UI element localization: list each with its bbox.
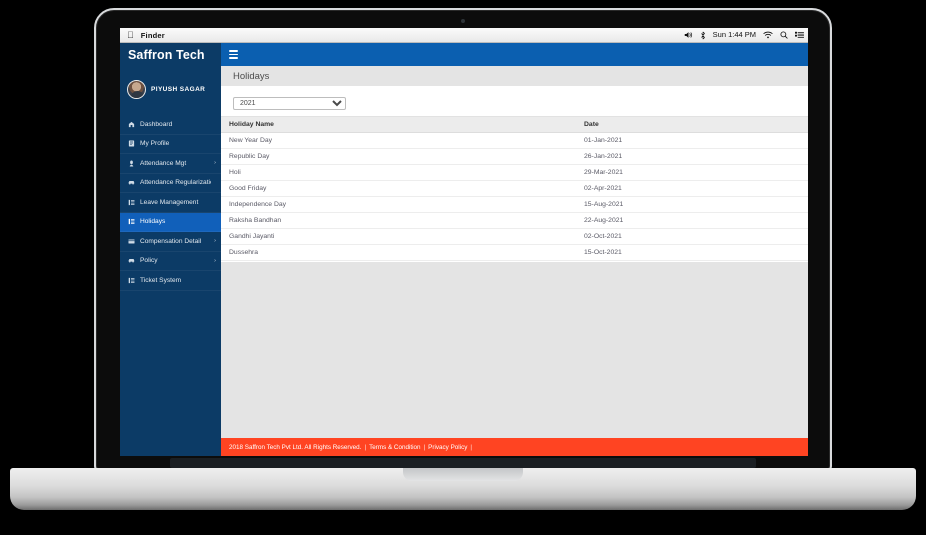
cell-holiday-name: Dussehra [221,244,576,261]
car-icon [128,257,135,264]
table-header-row: Holiday Name Date [221,116,808,133]
laptop-notch [403,468,523,481]
search-icon[interactable] [780,31,788,39]
profile-name: PIYUSH SAGAR [151,86,206,93]
bluetooth-icon[interactable] [700,31,706,40]
cell-holiday-name: Gandhi Jayanti [221,228,576,245]
main-content: Holidays 2021 Holiday Name Date New Year… [221,43,808,456]
dashboard-icon [128,121,135,128]
privacy-link[interactable]: Privacy Policy [428,444,467,451]
car-icon [128,179,135,186]
cell-date: 15-Aug-2021 [576,196,808,213]
list-icon [128,277,135,284]
sidebar-item-label: Policy [140,257,158,265]
menubar-clock[interactable]: Sun 1:44 PM [713,31,756,39]
cell-date: 26-Jan-2021 [576,148,808,165]
sidebar-item-attendance-mgt[interactable]: Attendance Mgt › [120,154,221,174]
table-row[interactable]: Raksha Bandhan 22-Aug-2021 [221,212,808,229]
year-select[interactable]: 2021 [233,97,346,110]
control-center-icon[interactable] [795,31,804,39]
top-bar [221,43,808,66]
column-header-date[interactable]: Date [576,116,808,133]
table-row[interactable]: Republic Day 26-Jan-2021 [221,148,808,165]
filter-row: 2021 [221,92,808,116]
sidebar-item-label: Compensation Detail [140,237,202,245]
terms-link[interactable]: Terms & Condition [369,444,420,451]
attendance-icon [128,160,135,167]
sidebar-item-compensation-detail[interactable]: Compensation Detail › [120,232,221,252]
laptop-scene:  Finder Sun 1:44 PM Saffro [0,0,926,535]
cell-date: 01-Jan-2021 [576,132,808,149]
sidebar: Saffron Tech PIYUSH SAGAR Dashboard My P… [120,43,221,456]
card-icon [128,238,135,245]
footer: 2018 Saffron Tech Pvt Ltd. All Rights Re… [221,438,808,456]
cell-date: 02-Oct-2021 [576,228,808,245]
list-icon [128,218,135,225]
column-header-holiday-name[interactable]: Holiday Name [221,116,576,133]
sidebar-item-label: Holidays [140,218,166,226]
profile-block[interactable]: PIYUSH SAGAR [120,66,221,113]
sidebar-item-label: Dashboard [140,120,173,128]
table-row[interactable]: Independence Day 15-Aug-2021 [221,196,808,213]
cell-holiday-name: New Year Day [221,132,576,149]
wifi-icon[interactable] [763,31,773,39]
cell-holiday-name: Independence Day [221,196,576,213]
sidebar-item-attendance-regularization[interactable]: Attendance Regularization [120,174,221,193]
footer-separator: | [423,443,426,451]
screen:  Finder Sun 1:44 PM Saffro [120,28,808,456]
table-row[interactable]: New Year Day 01-Jan-2021 [221,132,808,149]
laptop-hinge [170,458,756,468]
content-empty-space [221,262,808,438]
sidebar-item-dashboard[interactable]: Dashboard [120,115,221,135]
cell-holiday-name: Holi [221,164,576,181]
sidebar-item-label: Attendance Regularization [140,179,211,187]
volume-icon[interactable] [684,31,693,39]
footer-separator: | [364,443,367,451]
apple-icon[interactable]:  [127,30,134,40]
table-row[interactable]: Holi 29-Mar-2021 [221,164,808,181]
footer-separator: | [470,443,473,451]
sidebar-item-leave-management[interactable]: Leave Management [120,193,221,213]
sidebar-item-label: Ticket System [140,276,182,284]
sidebar-item-holidays[interactable]: Holidays [120,212,221,232]
cell-date: 02-Apr-2021 [576,180,808,197]
active-app-name[interactable]: Finder [141,31,165,40]
sidebar-item-label: Attendance Mgt [140,159,187,167]
footer-copyright: 2018 Saffron Tech Pvt Ltd. All Rights Re… [229,443,362,451]
chevron-right-icon: › [214,238,216,245]
table-row[interactable]: Dussehra 15-Oct-2021 [221,244,808,261]
os-menubar:  Finder Sun 1:44 PM [120,28,808,43]
sidebar-item-label: Leave Management [140,198,199,206]
webcam-icon [461,19,465,23]
chevron-right-icon: › [214,257,216,264]
app-window: Saffron Tech PIYUSH SAGAR Dashboard My P… [120,43,808,456]
cell-holiday-name: Republic Day [221,148,576,165]
profile-icon [128,140,135,147]
chevron-right-icon: › [214,160,216,167]
sidebar-item-ticket-system[interactable]: Ticket System [120,271,221,291]
cell-holiday-name: Raksha Bandhan [221,212,576,229]
cell-holiday-name: Good Friday [221,180,576,197]
hamburger-icon[interactable] [229,50,238,59]
table-row[interactable]: Good Friday 02-Apr-2021 [221,180,808,197]
list-icon [128,199,135,206]
holidays-table: Holiday Name Date New Year Day 01-Jan-20… [221,116,808,262]
brand-logo[interactable]: Saffron Tech [120,43,221,66]
cell-date: 29-Mar-2021 [576,164,808,181]
table-row[interactable]: Gandhi Jayanti 02-Oct-2021 [221,228,808,245]
avatar [127,80,146,99]
page-title: Holidays [221,66,808,86]
sidebar-nav: Dashboard My Profile Attendance Mgt › At… [120,115,221,291]
cell-date: 15-Oct-2021 [576,244,808,261]
sidebar-item-policy[interactable]: Policy › [120,252,221,271]
sidebar-item-my-profile[interactable]: My Profile [120,135,221,154]
cell-date: 22-Aug-2021 [576,212,808,229]
holidays-panel: 2021 Holiday Name Date New Year Day 01-J… [221,86,808,262]
sidebar-item-label: My Profile [140,140,170,148]
